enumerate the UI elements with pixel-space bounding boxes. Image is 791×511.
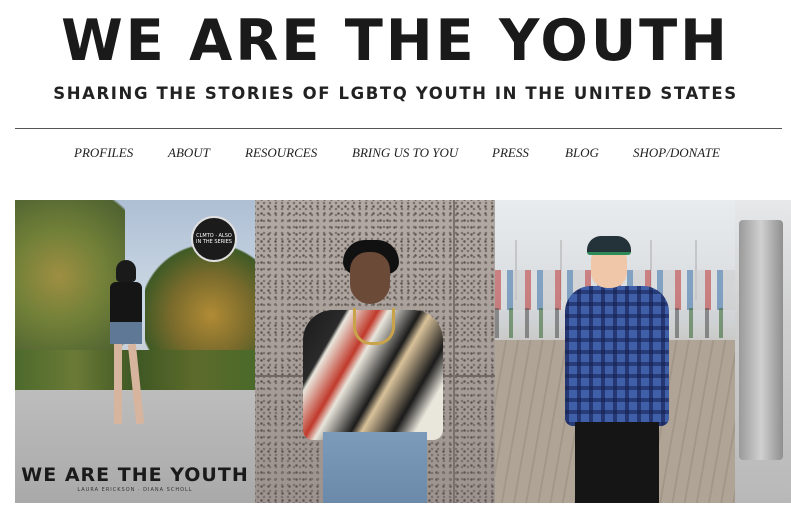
- award-badge-text: CLMTO · ALSO IN THE SERIES: [196, 233, 232, 245]
- wall-seam-vertical: [453, 200, 455, 503]
- nav-item-about[interactable]: ABOUT: [168, 145, 210, 161]
- nav-item-blog[interactable]: BLOG: [565, 145, 599, 161]
- award-badge: CLMTO · ALSO IN THE SERIES: [191, 216, 237, 262]
- site-header: WE ARE THE YOUTH SHARING THE STORIES OF …: [0, 0, 791, 130]
- site-title[interactable]: WE ARE THE YOUTH: [8, 6, 783, 76]
- portrait-leg-left: [114, 344, 122, 424]
- book-cover-title: WE ARE THE YOUTH: [21, 464, 249, 486]
- portrait-face: [350, 252, 390, 304]
- cover-portrait: [100, 260, 150, 460]
- nav-item-profiles[interactable]: PROFILES: [74, 145, 133, 161]
- profile-gallery: CLMTO · ALSO IN THE SERIES WE ARE THE YO…: [15, 200, 791, 503]
- site-tagline: SHARING THE STORIES OF LGBTQ YOUTH IN TH…: [53, 84, 738, 103]
- gallery-card-portrait-granite[interactable]: [255, 200, 495, 503]
- portrait-pants: [575, 422, 659, 503]
- book-cover-authors: LAURA ERICKSON · DIANA SCHOLL: [77, 487, 193, 493]
- portrait-cap: [587, 236, 631, 255]
- portrait-jeans: [323, 432, 427, 503]
- portrait-chain: [353, 308, 395, 345]
- portrait-top: [110, 282, 142, 324]
- nav-item-shop-donate[interactable]: SHOP/DONATE: [633, 145, 720, 161]
- portrait-hair: [116, 260, 136, 282]
- partial-image-column: [739, 220, 783, 460]
- nav-item-press[interactable]: PRESS: [492, 145, 529, 161]
- portrait-plaid-shirt: [565, 286, 669, 426]
- portrait-face: [591, 250, 627, 288]
- gallery-card-partial[interactable]: [735, 200, 791, 503]
- header-divider: [15, 128, 782, 129]
- gallery-card-portrait-boardwalk[interactable]: [495, 200, 735, 503]
- nav-item-resources[interactable]: RESOURCES: [245, 145, 317, 161]
- nav-item-bring-us-to-you[interactable]: BRING US TO YOU: [352, 145, 458, 161]
- gallery-card-book-cover[interactable]: CLMTO · ALSO IN THE SERIES WE ARE THE YO…: [15, 200, 255, 503]
- main-nav: PROFILES ABOUT RESOURCES BRING US TO YOU…: [0, 145, 791, 165]
- portrait-leg-right: [127, 343, 145, 425]
- portrait-shorts: [110, 322, 142, 344]
